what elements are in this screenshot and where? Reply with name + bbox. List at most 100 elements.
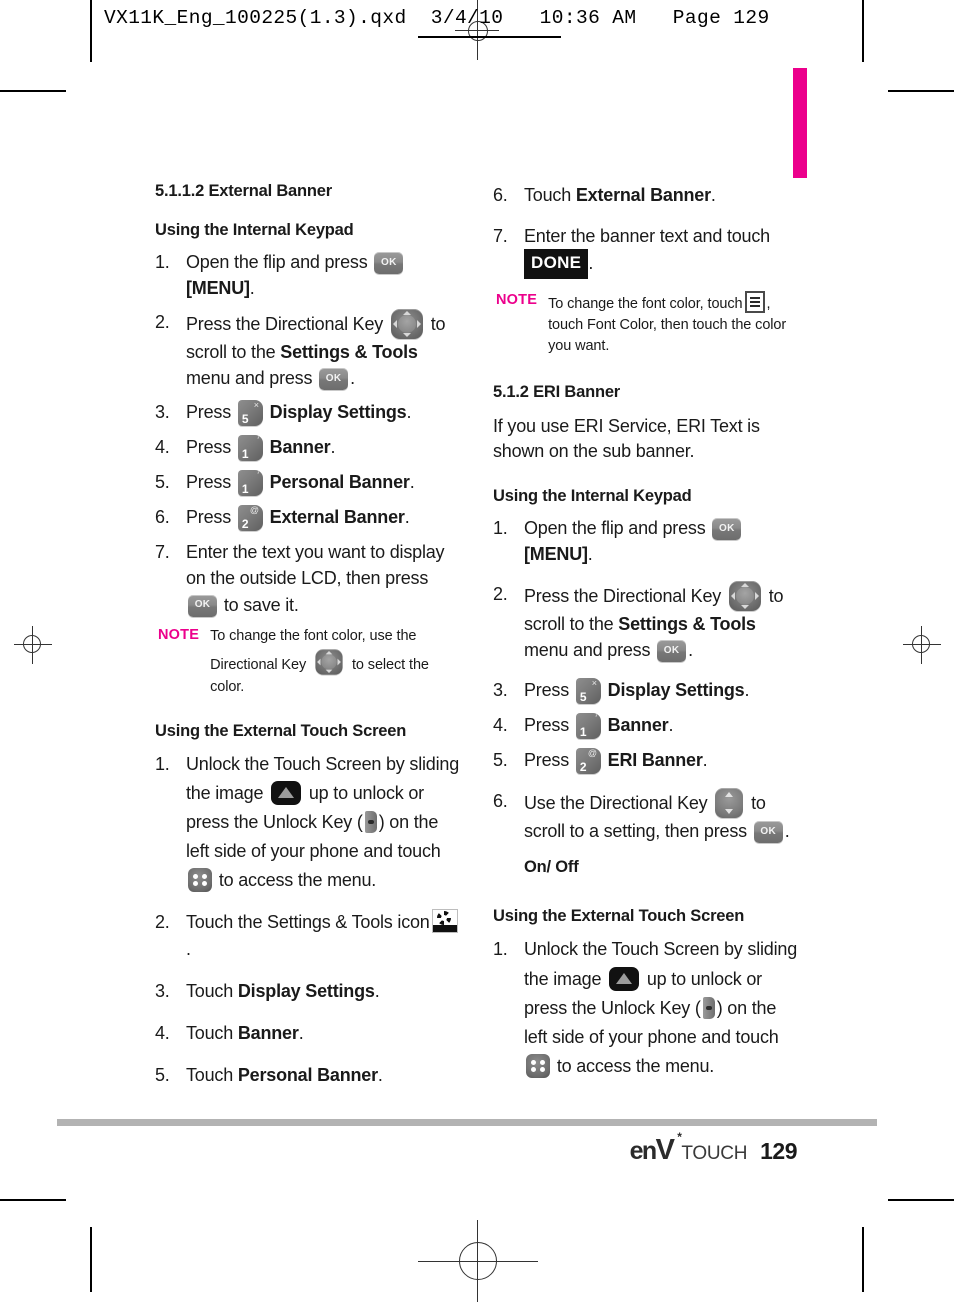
env-touch-logo: enVTOUCH [629, 1130, 748, 1167]
unlock-slide-icon [609, 966, 640, 991]
step-period: . [702, 750, 708, 771]
step-bold-display-settings: Display Settings [607, 680, 745, 701]
registration-mark-bottom [418, 1220, 538, 1302]
unlock-slide-icon [271, 780, 302, 805]
keypad-key-symbol: @ [249, 505, 259, 516]
keypad-key-2-icon: 2 @ [575, 748, 601, 775]
step-number: 2. [155, 312, 170, 333]
step-text: Touch [524, 185, 572, 205]
list-item: 4. Press 1 ′ Banner. [493, 712, 801, 740]
step-number: 4. [155, 1022, 170, 1043]
step-text: Press [524, 680, 570, 701]
unlock-key-icon [702, 996, 715, 1019]
logo-text-en: en [629, 1137, 658, 1165]
menu-dots-icon [526, 1054, 550, 1079]
done-button[interactable]: DONE [524, 249, 589, 279]
step-number: 1. [493, 517, 508, 538]
step-text: Touch [186, 1022, 234, 1043]
list-item: 2. Press the Directional Key to scroll t… [155, 309, 463, 391]
step-bold-personal-banner: Personal Banner [269, 472, 410, 493]
step-period: . [350, 368, 355, 389]
step-number: 1. [155, 252, 170, 272]
heading-using-internal-keypad: Using the Internal Keypad [155, 221, 354, 239]
step-bold-settings-tools: Settings & Tools [280, 342, 418, 363]
keypad-key-2-icon: 2 @ [237, 505, 263, 532]
step-number: 2. [155, 912, 170, 933]
list-item: 2. Touch the Settings & Tools icon. [155, 909, 463, 961]
ok-key-icon [319, 368, 349, 391]
step-number: 3. [155, 402, 170, 423]
step-period: . [186, 938, 191, 959]
step-period: . [406, 402, 412, 423]
crop-mark-bottom-right-horizontal [888, 1199, 954, 1201]
keypad-key-digit: 1 [241, 482, 249, 497]
steps-internal-keypad: 1. Open the flip and press [MENU]. 2. Pr… [155, 249, 463, 618]
keypad-key-digit: 2 [579, 760, 587, 775]
list-item: 5. Press 1 ′ Personal Banner. [155, 469, 463, 497]
step-text: Press [186, 507, 232, 528]
step-bold-banner: Banner [607, 715, 669, 736]
note-body: To change the font color, touch, touch F… [548, 290, 801, 357]
note-font-color-keypad: NOTE To change the font color, use the D… [155, 626, 463, 698]
list-item: 6. Use the Directional Key to scroll to … [493, 788, 801, 844]
crop-mark-bottom-left-vertical [90, 1227, 92, 1292]
print-slug-underline [418, 36, 561, 38]
list-item: 1. Open the flip and press [MENU]. [155, 249, 463, 301]
ok-key-icon [657, 640, 687, 663]
step-number: 5. [155, 472, 170, 493]
note-label: NOTE [158, 626, 200, 643]
settings-tools-icon [431, 909, 458, 934]
keypad-key-1-icon: 1 ′ [237, 435, 263, 462]
heading-on-off-option: On/ Off [524, 858, 579, 877]
note-label: NOTE [496, 291, 538, 308]
footer-divider [57, 1119, 877, 1126]
step-bold-external-banner: External Banner [269, 507, 405, 528]
step-text: Press [186, 472, 232, 493]
list-item: 1. Open the flip and press [MENU]. [493, 515, 801, 567]
steps-eri-internal-keypad: 1. Open the flip and press [MENU]. 2. Pr… [493, 515, 801, 844]
updown-key-icon [715, 788, 744, 819]
step-period: . [404, 507, 410, 528]
step-number: 3. [493, 680, 508, 701]
ok-key-icon [712, 517, 742, 540]
list-item: 2. Press the Directional Key to scroll t… [493, 581, 801, 663]
step-number: 3. [155, 980, 170, 1001]
list-item: 6. Touch External Banner. [493, 182, 801, 208]
step-text-3: menu and press [186, 368, 313, 389]
step-text: Open the flip and press [186, 252, 368, 272]
step-bold-display-settings: Display Settings [237, 980, 375, 1001]
step-bold-menu: [MENU] [524, 544, 588, 565]
keypad-key-digit: 2 [241, 517, 249, 532]
list-item: 7. Enter the banner text and touch DONE. [493, 223, 801, 279]
list-options-icon [744, 290, 765, 313]
keypad-key-digit: 1 [579, 725, 587, 740]
list-item: 6. Press 2 @ External Banner. [155, 504, 463, 532]
list-item: 4. Press 1 ′ Banner. [155, 434, 463, 462]
step-period: . [298, 1022, 304, 1043]
heading-using-internal-keypad: Using the Internal Keypad [493, 486, 692, 505]
step-text: Enter the text you want to display on th… [186, 542, 445, 589]
keypad-key-1-icon: 1 ′ [237, 470, 263, 497]
step-text: Press [186, 402, 232, 423]
step-text: Press the Directional Key [524, 586, 722, 607]
step-period: . [409, 472, 415, 493]
logo-text-touch: TOUCH [681, 1143, 748, 1164]
step-text: Enter the banner text and touch [524, 226, 770, 247]
step-bold-menu: [MENU] [186, 278, 250, 299]
registration-mark-right [903, 626, 941, 664]
step-period: . [588, 253, 594, 274]
step-period: . [784, 821, 790, 842]
step-period: . [587, 544, 593, 565]
step-number: 7. [493, 226, 508, 247]
left-column: 5. 1. 1. 2 External Banner Using the Intern… [155, 182, 463, 1096]
note-text-1: To change the font color, touch [548, 295, 743, 312]
keypad-key-digit: 5 [241, 412, 249, 427]
step-number: 5. [493, 750, 508, 771]
section-title-eri-banner: 5.1.2 ERI Banner [493, 382, 621, 401]
ok-key-icon [188, 594, 217, 617]
step-period: . [710, 185, 716, 205]
step-text-4: to access the menu. [218, 870, 377, 891]
heading-using-external-touch-screen: Using the External Touch Screen [155, 721, 407, 740]
page-footer: enVTOUCH 129 [629, 1130, 798, 1167]
directional-key-icon [390, 309, 423, 340]
